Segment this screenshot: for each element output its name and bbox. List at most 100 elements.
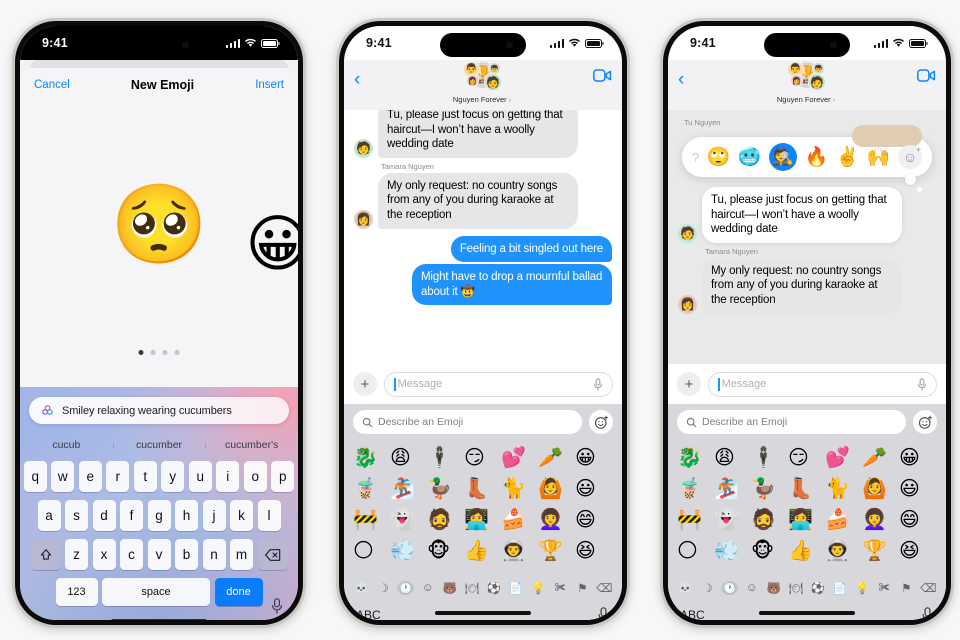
facetime-video-icon[interactable] (914, 69, 936, 82)
emoji-cell[interactable]: 🐈 (501, 479, 538, 499)
key-y[interactable]: y (161, 461, 185, 492)
page-dot-3[interactable] (162, 350, 168, 355)
emoji-cell[interactable]: 💕 (825, 448, 862, 468)
category-flags-icon[interactable]: ⚑ (574, 581, 591, 595)
emoji-cell[interactable]: 🏂 (390, 479, 427, 499)
message-row[interactable]: 👩 My only request: no country songs from… (678, 257, 936, 314)
key-o[interactable]: o (243, 461, 267, 492)
category-objects-icon[interactable]: 📄 (508, 581, 525, 595)
key-f[interactable]: f (120, 500, 143, 531)
emoji-cell[interactable]: 🐉 (677, 448, 714, 468)
generated-emoji-primary[interactable]: 🥺 (110, 185, 207, 263)
key-a[interactable]: a (37, 500, 61, 531)
emoji-cell[interactable]: 🐈 (825, 479, 862, 499)
group-avatar[interactable]: 🏆 👨 👩 👦 🧑 (463, 61, 502, 94)
insert-button[interactable]: Insert (255, 79, 284, 91)
microphone-icon[interactable] (917, 377, 927, 391)
abc-key[interactable]: ABC (680, 608, 705, 620)
emoji-cell[interactable]: 😄 (899, 510, 936, 530)
message-row[interactable]: Might have to drop a mournful ballad abo… (354, 264, 612, 306)
key-c[interactable]: c (120, 539, 143, 570)
emoji-cell[interactable]: 😩 (714, 448, 751, 468)
plus-icon[interactable]: + (353, 372, 377, 396)
emoji-cell[interactable]: 🍰 (825, 510, 862, 530)
category-flags-icon[interactable]: ⚑ (898, 581, 915, 595)
space-key[interactable]: space (102, 578, 210, 606)
back-chevron-icon[interactable]: ‹ (354, 70, 374, 89)
emoji-cell[interactable]: 🙆 (862, 479, 899, 499)
category-people-icon[interactable]: ✀ (552, 582, 569, 595)
backspace-icon[interactable]: ⌫ (596, 581, 613, 595)
emoji-preview-carousel[interactable]: 🥺 😀 (20, 102, 298, 387)
emoji-row[interactable]: 🧋 🏂 🦆 👢 🐈 🙆 😃 (677, 473, 946, 504)
emoji-cell[interactable]: 🕴️ (427, 448, 464, 468)
category-smileys-icon[interactable]: ☺ (419, 582, 436, 594)
emoji-cell[interactable]: 👍 (788, 541, 825, 561)
add-emoji-icon[interactable]: ☺ + (897, 145, 922, 169)
emoji-grid[interactable]: 🐉 😩 🕴️ 😏 💕 🥕 😀 🧋 🏂 (344, 440, 622, 576)
plus-icon[interactable]: + (677, 372, 701, 396)
page-dot-2[interactable] (150, 350, 156, 355)
key-v[interactable]: v (147, 539, 171, 570)
back-chevron-icon[interactable]: ‹ (678, 70, 698, 89)
message-row[interactable]: Feeling a bit singled out here (354, 235, 612, 263)
emoji-cell[interactable]: 👩‍💻 (464, 510, 501, 530)
generated-emoji-next[interactable]: 😀 (245, 213, 298, 276)
key-p[interactable]: p (271, 461, 295, 492)
emoji-cell[interactable]: 👨‍🚀 (825, 541, 862, 561)
group-avatar[interactable]: 🏆 👨 👩 👦 🧑 (787, 61, 826, 94)
message-input[interactable]: Message (384, 371, 613, 397)
emoji-cell[interactable]: 👨‍🚀 (501, 541, 538, 561)
category-people-icon[interactable]: ✀ (876, 582, 893, 595)
prediction-2[interactable]: cucumber (112, 439, 206, 451)
emoji-cell[interactable]: 🧔 (751, 510, 788, 530)
emoji-grid[interactable]: 🐉 😩 🕴️ 😏 💕 🥕 😀 🧋 🏂 (668, 440, 946, 576)
microphone-icon[interactable] (593, 377, 603, 391)
category-symbols-icon[interactable]: 💡 (530, 581, 547, 595)
message-bubble-outgoing[interactable]: Might have to drop a mournful ballad abo… (412, 264, 612, 306)
category-recents-icon[interactable]: 🕐 (721, 581, 739, 595)
emoji-cell[interactable]: 🦆 (751, 479, 788, 499)
key-b[interactable]: b (175, 539, 198, 570)
tapback-option-selected[interactable]: 🕵️ (769, 143, 798, 171)
microphone-icon[interactable] (597, 607, 610, 620)
done-key[interactable]: done (214, 578, 263, 606)
prediction-1[interactable]: cucub (20, 439, 113, 451)
emoji-row[interactable]: 🚧 👻 🧔 👩‍💻 🍰 👩‍🦱 😄 (353, 504, 622, 535)
message-row[interactable]: 👩 My only request: no country songs from… (354, 172, 612, 229)
emoji-cell[interactable]: 😆 (575, 541, 612, 561)
emoji-search-input[interactable]: Describe an Emoji (353, 410, 582, 434)
emoji-cell[interactable]: 💨 (714, 541, 751, 561)
emoji-category-bar[interactable]: 💀 ☽ 🕐 ☺ 🐻 🍽 ⚽ 📄 💡 ✀ ⚑ ⌫ (344, 576, 622, 600)
message-bubble-incoming[interactable]: My only request: no country songs from a… (702, 257, 902, 314)
message-thread[interactable]: 🧑 Tu, please just focus on getting that … (344, 110, 622, 364)
group-name[interactable]: Nguyen Forever › (453, 95, 511, 104)
genmoji-create-icon[interactable] (589, 410, 613, 434)
emoji-cell[interactable]: 🐵 (751, 541, 788, 561)
category-smileys-icon[interactable]: ☺ (743, 582, 760, 594)
key-i[interactable]: i (216, 461, 240, 492)
emoji-cell[interactable]: 💕 (501, 448, 538, 468)
prediction-bar[interactable]: cucub cucumber cucumber's (20, 433, 298, 456)
genmoji-create-icon[interactable] (913, 410, 937, 434)
emoji-category-bar[interactable]: 💀 ☽ 🕐 ☺ 🐻 🍽 ⚽ 📄 💡 ✀ ⚑ ⌫ (668, 576, 946, 600)
emoji-cell[interactable]: 👩‍🦱 (538, 510, 575, 530)
emoji-row[interactable]: 🐉 😩 🕴️ 😏 💕 🥕 😀 (353, 442, 622, 473)
key-q[interactable]: q (23, 461, 47, 492)
category-animals-icon[interactable]: 🐻 (441, 581, 458, 595)
prediction-3[interactable]: cucumber's (205, 439, 298, 451)
emoji-cell[interactable]: 🍰 (501, 510, 538, 530)
emoji-cell[interactable]: 🚧 (353, 510, 390, 530)
emoji-cell[interactable]: 🧔 (427, 510, 464, 530)
message-input[interactable]: Message (708, 371, 937, 397)
emoji-cell[interactable]: 👢 (464, 479, 501, 499)
category-recents-icon[interactable]: 🕐 (397, 581, 415, 595)
emoji-cell[interactable]: 🥕 (538, 448, 575, 468)
key-t[interactable]: t (133, 461, 157, 492)
key-h[interactable]: h (175, 500, 198, 531)
emoji-cell[interactable]: 👢 (788, 479, 825, 499)
emoji-row[interactable]: 🐉 😩 🕴️ 😏 💕 🥕 😀 (677, 442, 946, 473)
tapback-option[interactable]: 🙌 (867, 148, 891, 167)
category-sticker-icon[interactable]: ☽ (375, 581, 392, 595)
emoji-cell[interactable]: 🏆 (862, 541, 899, 561)
